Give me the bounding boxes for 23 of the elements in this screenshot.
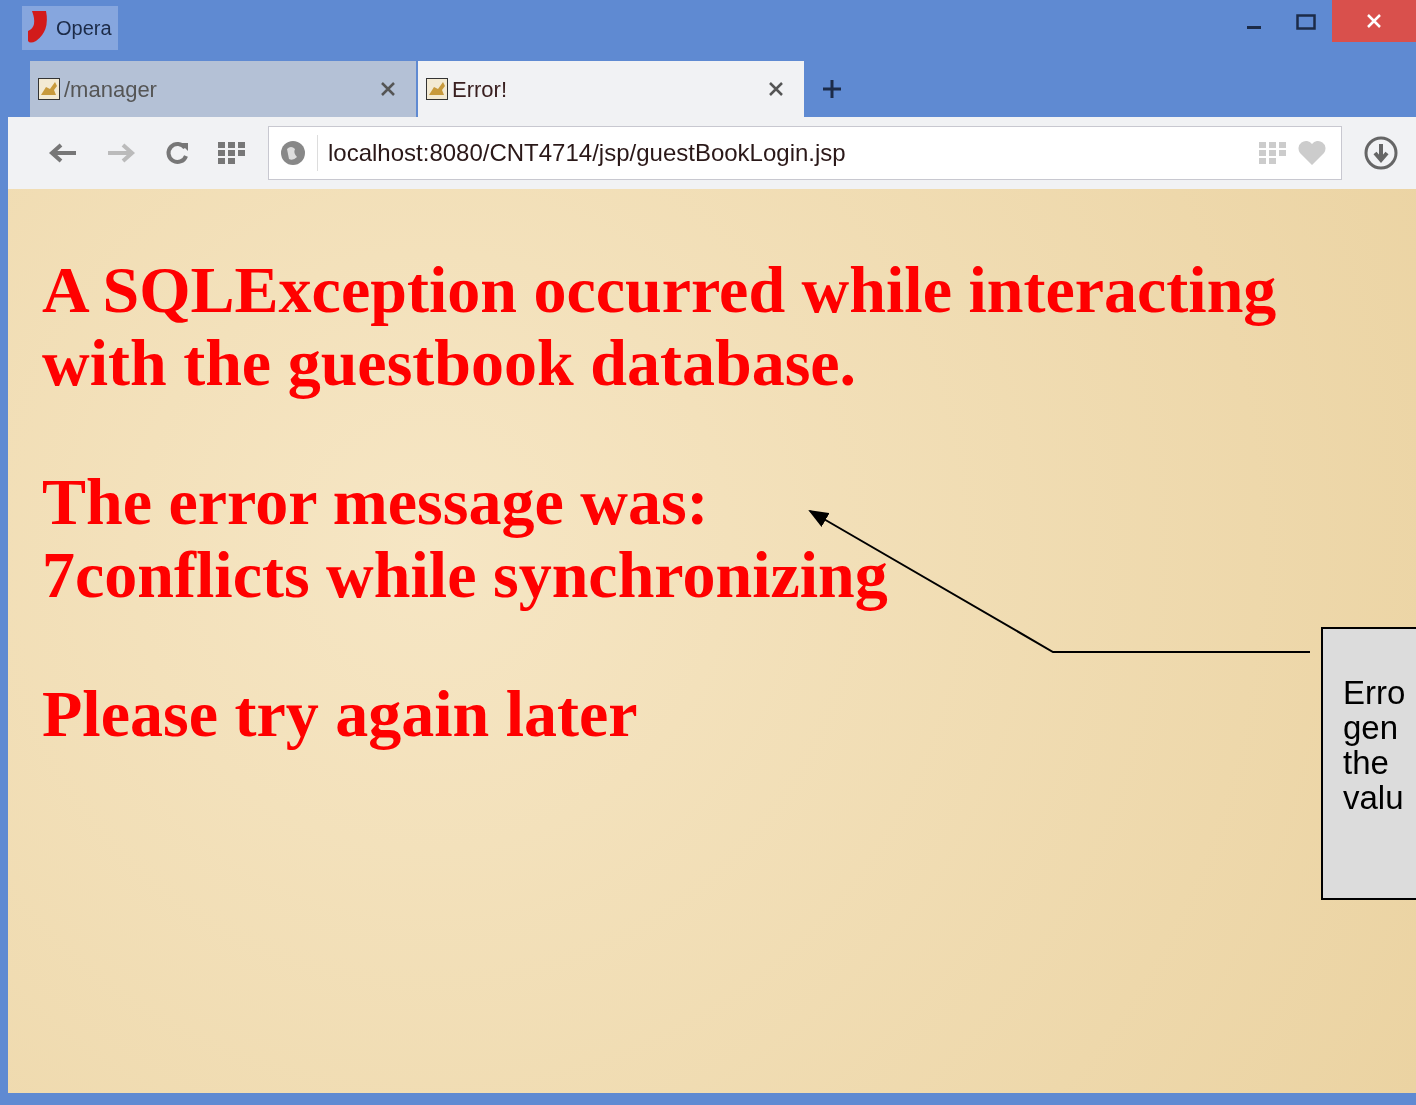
maximize-icon	[1296, 14, 1316, 30]
error-text: The error message was:	[42, 465, 709, 538]
new-tab-icon[interactable]	[822, 79, 842, 99]
tab-title: /manager	[64, 75, 157, 104]
grid-icon[interactable]	[218, 142, 246, 164]
tab-title: Error!	[452, 75, 507, 104]
close-icon[interactable]	[380, 81, 396, 97]
globe-icon	[279, 139, 307, 167]
download-icon[interactable]	[1364, 136, 1398, 170]
error-text: A SQLException occurred while interacting with the guestbook database.	[42, 253, 1278, 399]
browser-tab[interactable]: /manager	[30, 61, 416, 117]
close-icon[interactable]	[768, 81, 784, 97]
back-icon[interactable]	[48, 142, 78, 164]
browser-tab[interactable]: Error!	[418, 61, 804, 117]
minimize-icon	[1247, 25, 1261, 29]
browser-menu-button[interactable]: Opera	[22, 6, 118, 50]
url-text: localhost:8080/CNT4714/jsp/guestBookLogin.jsp	[328, 138, 846, 168]
callout-text: Erro gen the valu	[1343, 675, 1406, 815]
reload-icon[interactable]	[164, 140, 190, 166]
logo-icon	[28, 11, 50, 45]
error-text: Please try again later	[42, 677, 638, 750]
close-icon	[1366, 13, 1382, 29]
error-text: 7conflicts while synchronizing	[42, 538, 888, 611]
